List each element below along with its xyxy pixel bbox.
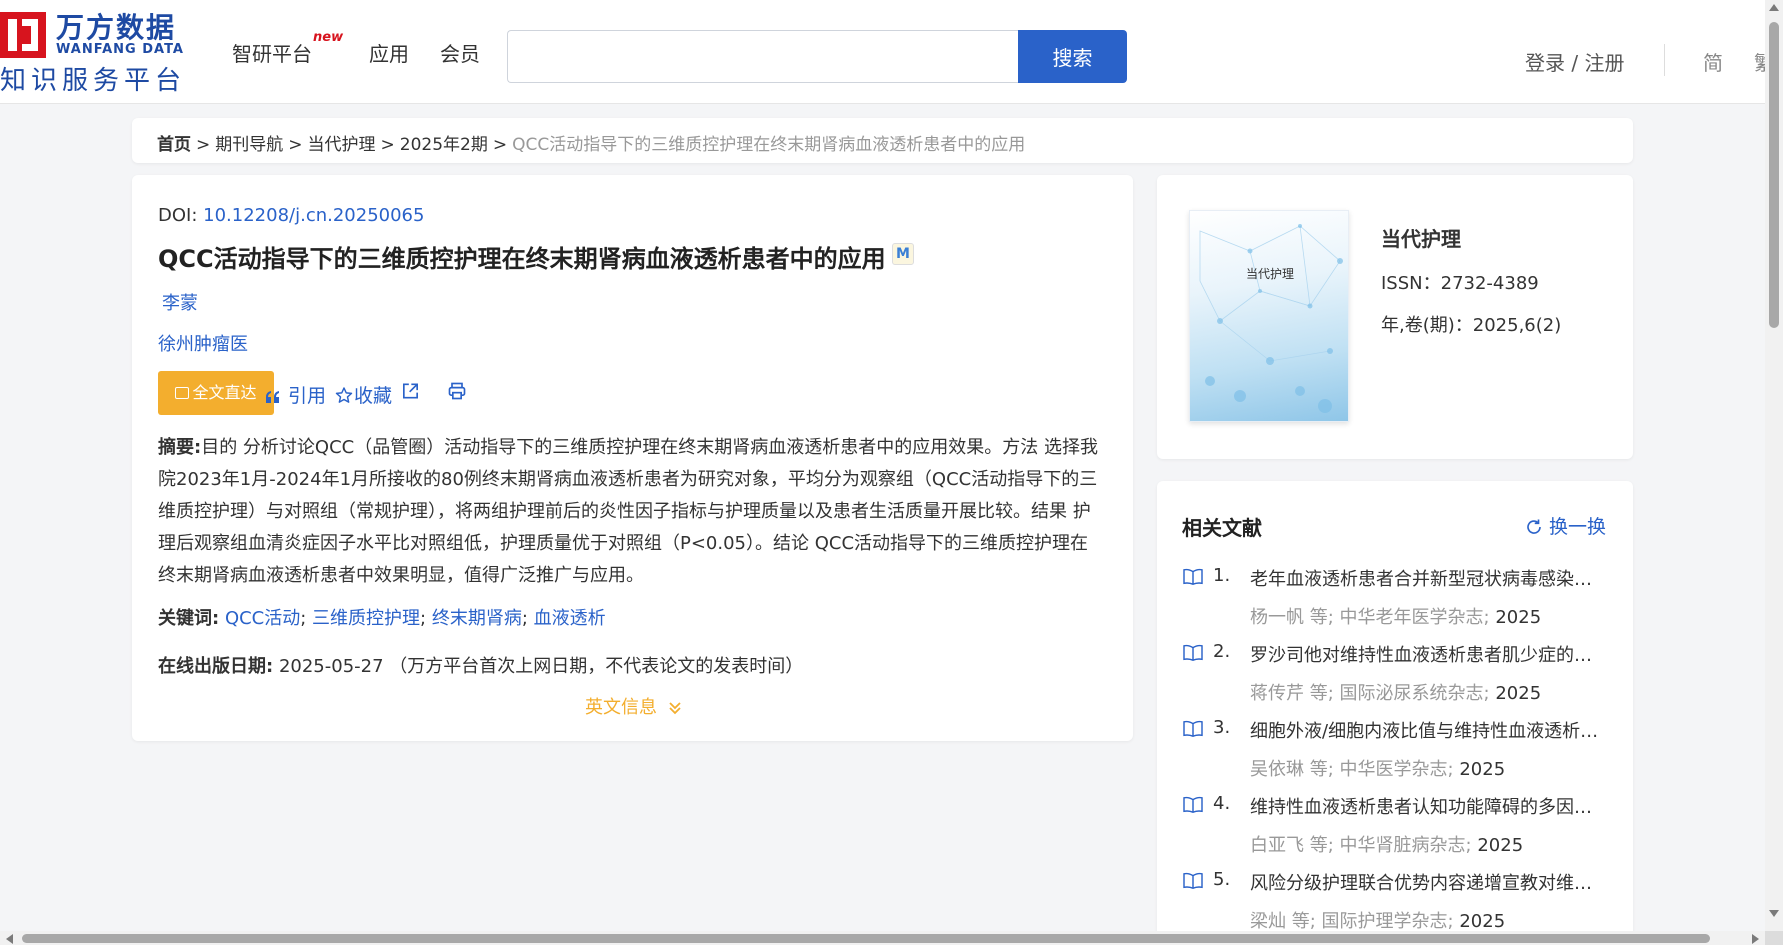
keywords-label: 关键词: xyxy=(158,608,220,629)
nav-zhiyan[interactable]: 智研平台 xyxy=(232,38,312,67)
breadcrumb: 首页 > 期刊导航 > 当代护理 >2025年2期 > QCC活动指导下的三维质控护理在终末期… xyxy=(132,118,1633,163)
logo-en-text: WANFANG DATA xyxy=(56,42,184,57)
journal-name[interactable]: 当代护理 xyxy=(1381,223,1461,252)
keywords: 关键词: QCC活动; 三维质控护理; 终末期肾病; 血液透析 xyxy=(158,608,606,629)
keyword-link[interactable]: 三维质控护理 xyxy=(312,608,420,629)
printer-glyph xyxy=(448,382,466,400)
abstract: 摘要:目的 分析讨论QCC（品管圈）活动指导下的三维质控护理在终末期肾病血液透析… xyxy=(158,432,1106,592)
vertical-scrollbar[interactable] xyxy=(1765,0,1783,931)
book-icon xyxy=(1183,568,1203,585)
document-icon xyxy=(175,387,190,399)
book-icon xyxy=(1183,644,1203,661)
book-icon xyxy=(1183,796,1203,813)
journal-cover[interactable]: 当代护理 xyxy=(1189,210,1349,422)
top-header: 万方数据 WANFANG DATA 知识服务平台 智研平台 new 应用 会员 … xyxy=(0,0,1765,104)
keyword-link[interactable]: QCC活动 xyxy=(225,608,300,629)
breadcrumb-journal[interactable]: 当代护理 xyxy=(308,135,376,155)
logo-mark-icon xyxy=(0,12,46,58)
journal-issn: ISSN：2732-4389 xyxy=(1381,273,1539,294)
related-title[interactable]: 老年血液透析患者合并新型冠状病毒感染后... xyxy=(1250,565,1600,591)
fulltext-button[interactable]: 全文直达 xyxy=(158,371,274,415)
cover-title: 当代护理 xyxy=(1246,267,1295,281)
logo-cn-text: 万方数据 xyxy=(56,11,177,44)
doi-label: DOI: xyxy=(158,205,198,226)
favorite-button[interactable]: 收藏 xyxy=(334,381,392,408)
scroll-down-arrow-icon[interactable] xyxy=(1769,910,1779,917)
journal-card: 当代护理 当代护理 ISSN：2732-4389 年,卷(期)：2025,6(2… xyxy=(1157,175,1633,459)
article-card: DOI: 10.12208/j.cn.20250065 QCC活动指导下的三维质… xyxy=(132,175,1133,741)
affiliation-link[interactable]: 徐州肿瘤医 xyxy=(158,330,248,356)
print-icon[interactable] xyxy=(446,381,468,403)
scrollbar-corner xyxy=(1765,931,1783,945)
horizontal-scrollbar[interactable] xyxy=(0,931,1765,945)
quote-icon xyxy=(266,391,279,403)
breadcrumb-current: QCC活动指导下的三维质控护理在终末期肾病血液透析患者中的应用 xyxy=(512,135,1026,155)
share-glyph xyxy=(403,383,418,399)
double-chevron-down-icon xyxy=(669,702,681,715)
related-title[interactable]: 罗沙司他对维持性血液透析患者肌少症的影... xyxy=(1250,641,1600,667)
breadcrumb-journals[interactable]: 期刊导航 xyxy=(215,135,283,155)
nav-member[interactable]: 会员 xyxy=(440,38,480,67)
wanfang-logo[interactable]: 万方数据 WANFANG DATA 知识服务平台 xyxy=(0,8,190,96)
horizontal-scroll-thumb[interactable] xyxy=(22,934,1710,943)
refresh-icon xyxy=(1527,519,1541,534)
nav-new-badge: new xyxy=(313,30,344,45)
cover-network-art xyxy=(1199,224,1343,413)
abstract-label: 摘要: xyxy=(158,437,202,458)
keyword-link[interactable]: 血液透析 xyxy=(534,608,606,629)
related-literature: 相关文献 换一换 1. 老年血液透析患者合并新型冠状病毒感染后... 杨一帆 等… xyxy=(1157,481,1633,941)
cite-button[interactable]: 引用 xyxy=(264,381,326,408)
breadcrumb-issue[interactable]: 2025年2期 xyxy=(400,135,488,155)
header-divider xyxy=(1664,44,1665,76)
scroll-up-arrow-icon[interactable] xyxy=(1769,4,1779,11)
login-register-link[interactable]: 登录 / 注册 xyxy=(1525,47,1624,76)
breadcrumb-home[interactable]: 首页 xyxy=(157,135,191,155)
article-title: QCC活动指导下的三维质控护理在终末期肾病血液透析患者中的应用 xyxy=(158,245,886,273)
related-heading: 相关文献 xyxy=(1182,516,1262,540)
english-info-toggle[interactable]: 英文信息 xyxy=(585,693,683,719)
vertical-scroll-thumb[interactable] xyxy=(1769,22,1779,328)
refresh-button[interactable]: 换一换 xyxy=(1525,512,1606,539)
pubdate-value: 2025-05-27 xyxy=(278,656,384,677)
pubdate-note: （万方平台首次上网日期，不代表论文的发表时间） xyxy=(389,656,804,677)
search-button[interactable]: 搜索 xyxy=(1018,30,1127,83)
book-icon xyxy=(1183,872,1203,889)
related-title[interactable]: 维持性血液透析患者认知功能障碍的多因素... xyxy=(1250,793,1600,819)
author-link[interactable]: 李蒙 xyxy=(162,289,198,315)
logo-subtitle: 知识服务平台 xyxy=(0,66,187,96)
nav-apps[interactable]: 应用 xyxy=(369,38,409,67)
journal-volume: 年,卷(期)：2025,6(2) xyxy=(1381,315,1562,336)
doi-link[interactable]: 10.12208/j.cn.20250065 xyxy=(203,205,424,226)
related-title[interactable]: 细胞外液/细胞内液比值与维持性血液透析患... xyxy=(1250,717,1600,743)
scroll-left-arrow-icon[interactable] xyxy=(6,934,13,944)
star-icon xyxy=(335,387,353,403)
doi-line: DOI: 10.12208/j.cn.20250065 xyxy=(158,205,424,226)
related-title[interactable]: 风险分级护理联合优势内容递增宣教对维持... xyxy=(1250,869,1600,895)
publish-date: 在线出版日期: 2025-05-27 （万方平台首次上网日期，不代表论文的发表时… xyxy=(158,652,803,678)
lang-simplified[interactable]: 简 xyxy=(1703,47,1723,76)
abstract-text: 目的 分析讨论QCC（品管圈）活动指导下的三维质控护理在终末期肾病血液透析患者中… xyxy=(158,437,1098,586)
keyword-link[interactable]: 终末期肾病 xyxy=(432,608,522,629)
search-input[interactable] xyxy=(507,30,1019,83)
pubdate-label: 在线出版日期: xyxy=(158,656,274,677)
m-badge-icon[interactable]: M xyxy=(892,243,914,265)
book-icon xyxy=(1183,720,1203,737)
share-icon[interactable] xyxy=(400,381,421,403)
scroll-right-arrow-icon[interactable] xyxy=(1752,934,1759,944)
lang-traditional[interactable]: 繁 xyxy=(1754,47,1765,76)
